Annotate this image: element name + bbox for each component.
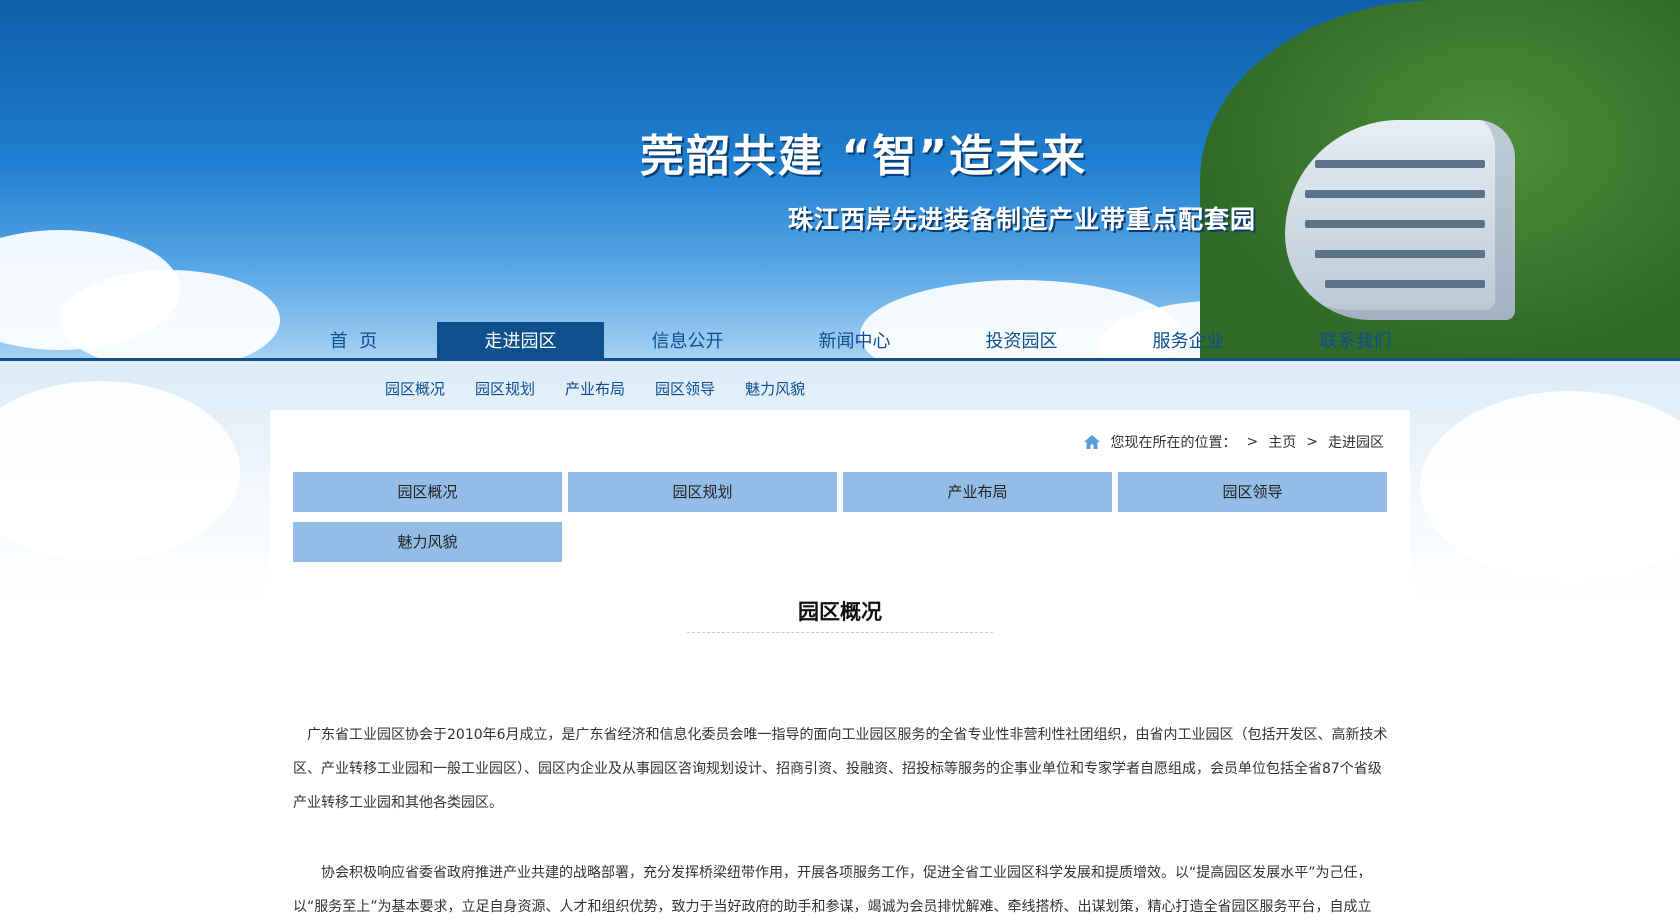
- breadcrumb: 您现在所在的位置： > 主页 > 走进园区: [1083, 432, 1384, 452]
- header-banner: 莞韶共建 “智”造未来 珠江西岸先进装备制造产业带重点配套园: [0, 0, 1680, 362]
- nav-item-about-park[interactable]: 走进园区: [437, 322, 604, 362]
- breadcrumb-current-link[interactable]: 走进园区: [1328, 432, 1384, 452]
- article-paragraph: 广东省工业园区协会于2010年6月成立，是广东省经济和信息化委员会唯一指导的面向…: [293, 727, 1388, 811]
- tab-industry-layout[interactable]: 产业布局: [843, 472, 1112, 512]
- side-cloud: [0, 381, 240, 561]
- tab-gallery[interactable]: 魅力风貌: [293, 522, 562, 562]
- article-title: 园区概况: [798, 600, 882, 624]
- subnav-item-planning[interactable]: 园区规划: [475, 378, 535, 399]
- title-divider: [687, 632, 993, 633]
- side-cloud: [1420, 391, 1680, 581]
- tab-leadership[interactable]: 园区领导: [1118, 472, 1387, 512]
- subnav-item-overview[interactable]: 园区概况: [385, 378, 445, 399]
- article-paragraph: 协会积极响应省委省政府推进产业共建的战略部署，充分发挥桥梁纽带作用，开展各项服务…: [293, 865, 1372, 915]
- subnav-item-gallery[interactable]: 魅力风貌: [745, 378, 805, 399]
- nav-item-info-disclosure[interactable]: 信息公开: [604, 322, 771, 362]
- breadcrumb-label: 您现在所在的位置：: [1110, 435, 1237, 451]
- banner-cloud: [60, 270, 280, 362]
- tab-planning[interactable]: 园区规划: [568, 472, 837, 512]
- nav-item-news-center[interactable]: 新闻中心: [771, 322, 938, 362]
- nav-item-invest[interactable]: 投资园区: [938, 322, 1105, 362]
- main-nav: 首 页 走进园区 信息公开 新闻中心 投资园区 服务企业 联系我们: [270, 322, 1439, 362]
- subnav-item-industry-layout[interactable]: 产业布局: [565, 378, 625, 399]
- banner-sub-slogan: 珠江西岸先进装备制造产业带重点配套园: [788, 205, 1257, 234]
- banner-slogan: 莞韶共建 “智”造未来: [640, 131, 1088, 182]
- breadcrumb-separator: >: [1246, 434, 1259, 450]
- nav-item-home[interactable]: 首 页: [270, 322, 437, 362]
- tab-overview[interactable]: 园区概况: [293, 472, 562, 512]
- home-icon: [1083, 434, 1101, 450]
- breadcrumb-home-link[interactable]: 主页: [1268, 432, 1296, 452]
- sub-nav: 园区概况 园区规划 产业布局 园区领导 魅力风貌: [385, 378, 805, 399]
- nav-item-contact[interactable]: 联系我们: [1272, 322, 1439, 362]
- nav-item-enterprise-service[interactable]: 服务企业: [1105, 322, 1272, 362]
- breadcrumb-separator: >: [1306, 434, 1318, 450]
- subnav-item-leadership[interactable]: 园区领导: [655, 378, 715, 399]
- content-panel: 您现在所在的位置： > 主页 > 走进园区 园区概况 园区规划 产业布局 园区领…: [270, 410, 1410, 915]
